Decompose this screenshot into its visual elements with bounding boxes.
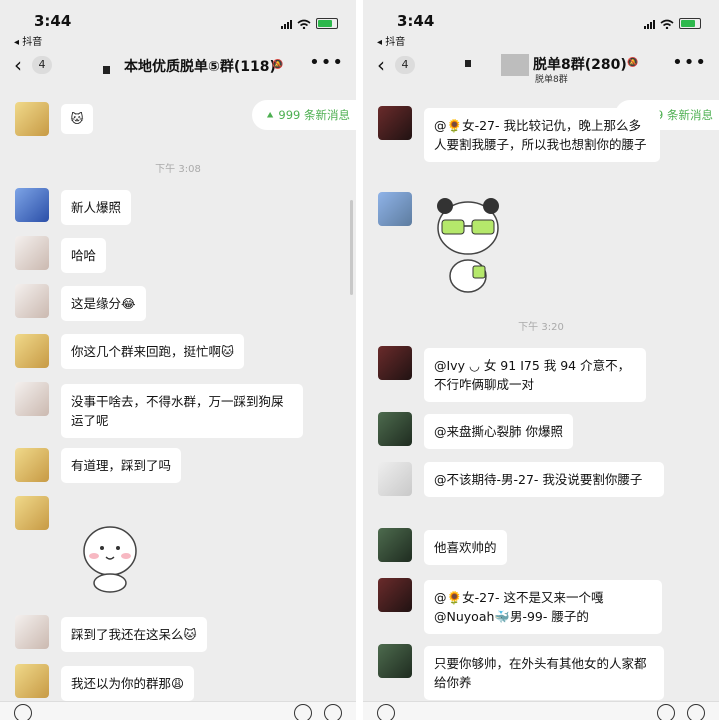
- message-bubble: 你这几个群来回跑，挺忙啊🐱: [61, 334, 245, 369]
- wifi-icon: [297, 19, 311, 29]
- more-options-icon[interactable]: •••: [672, 52, 707, 73]
- message-bubble: 只要你够帅，在外头有其他女的人家都给你养: [424, 646, 664, 700]
- avatar[interactable]: [15, 284, 49, 318]
- status-time: 3:44: [34, 12, 72, 30]
- sticker-panda-icon: [433, 188, 503, 302]
- avatar[interactable]: [15, 334, 49, 368]
- chat-header: ‹ 4 本地优质脱单⑤群(118) 🔕 •••: [0, 50, 356, 84]
- redaction-mark: [465, 60, 471, 67]
- chat-header: ‹ 4 脱单8群(280) 脱单8群 🔕 •••: [363, 50, 719, 85]
- unread-count-badge[interactable]: 4: [32, 56, 52, 74]
- message-bubble: 没事干啥去，不得水群，万一踩到狗屎运了呢: [61, 384, 303, 438]
- system-time: 下午 3:08: [155, 164, 201, 175]
- back-to-app-link[interactable]: ◂ 抖音: [377, 33, 405, 48]
- status-time: 3:44: [397, 12, 435, 30]
- avatar[interactable]: [378, 644, 412, 678]
- scrollbar[interactable]: [350, 200, 353, 295]
- status-icons: [281, 18, 338, 29]
- chat-subtitle: 脱单8群: [535, 75, 568, 85]
- cat-emoji-icon: 🐱: [70, 111, 84, 126]
- plus-icon[interactable]: [687, 704, 705, 720]
- avatar[interactable]: [15, 102, 49, 136]
- emoji-icon[interactable]: [657, 704, 675, 720]
- status-bar: 3:44 ◂ 抖音: [0, 12, 356, 48]
- redaction-mark: [501, 54, 529, 76]
- avatar[interactable]: [15, 382, 49, 416]
- avatar[interactable]: [378, 192, 412, 226]
- avatar[interactable]: [15, 236, 49, 270]
- battery-icon: [316, 18, 338, 29]
- avatar[interactable]: [378, 528, 412, 562]
- chat-title: 本地优质脱单⑤群(118): [124, 59, 276, 75]
- message-bubble: 踩到了我还在这呆么🐱: [61, 617, 207, 652]
- emoji-bubble: 🐱: [61, 104, 93, 134]
- input-bar: [0, 701, 356, 720]
- message-bubble: 新人爆照: [61, 190, 132, 225]
- avatar[interactable]: [15, 664, 49, 698]
- wifi-icon: [660, 19, 674, 29]
- new-messages-button[interactable]: ⯅ 999 条新消息: [251, 100, 356, 130]
- voice-icon[interactable]: [377, 704, 395, 720]
- right-chat-screen: 3:44 ◂ 抖音 ‹ 4 脱单8群(280) 脱单8群 🔕 ••• ⯅ 999…: [363, 0, 719, 720]
- chat-title: 脱单8群(280): [533, 57, 627, 73]
- back-chevron-icon[interactable]: ‹: [377, 53, 385, 77]
- avatar[interactable]: [15, 615, 49, 649]
- message-bubble: @🌻女-27- 我比较记仇，晚上那么多人要割我腰子，所以我也想割你的腰子: [424, 108, 660, 162]
- avatar[interactable]: [378, 346, 412, 380]
- mute-icon: 🔕: [627, 58, 639, 68]
- battery-icon: [679, 18, 701, 29]
- left-chat-screen: 3:44 ◂ 抖音 ‹ 4 本地优质脱单⑤群(118) 🔕 ••• ⯅ 999 …: [0, 0, 356, 720]
- plus-icon[interactable]: [324, 704, 342, 720]
- double-up-arrow-icon: ⯅: [265, 108, 275, 122]
- message-bubble: 有道理，踩到了吗: [61, 448, 182, 483]
- avatar[interactable]: [15, 496, 49, 530]
- status-icons: [644, 18, 701, 29]
- status-bar: 3:44 ◂ 抖音: [363, 12, 719, 48]
- avatar[interactable]: [15, 188, 49, 222]
- emoji-icon[interactable]: [294, 704, 312, 720]
- sticker-dumpling-icon: [70, 515, 150, 599]
- redaction-mark: [103, 66, 110, 74]
- message-bubble: @来盘撕心裂肺 你爆照: [424, 414, 573, 449]
- input-bar: [363, 701, 719, 720]
- avatar[interactable]: [378, 578, 412, 612]
- message-bubble: 他喜欢帅的: [424, 530, 507, 565]
- message-bubble: 哈哈: [61, 238, 107, 273]
- mute-icon: 🔕: [272, 60, 284, 70]
- unread-count-badge[interactable]: 4: [395, 56, 415, 74]
- message-bubble: 我还以为你的群那😩: [61, 666, 195, 701]
- message-bubble: @Ivy ◡ 女 91 I75 我 94 介意不，不行咋俩聊成一对: [424, 348, 646, 402]
- avatar[interactable]: [15, 448, 49, 482]
- signal-icon: [644, 19, 655, 29]
- system-time: 下午 3:20: [518, 322, 564, 333]
- voice-icon[interactable]: [14, 704, 32, 720]
- new-messages-label: 999 条新消息: [278, 108, 350, 122]
- avatar[interactable]: [378, 412, 412, 446]
- message-bubble: @不该期待-男-27- 我没说要割你腰子: [424, 462, 664, 497]
- back-to-app-link[interactable]: ◂ 抖音: [14, 33, 42, 48]
- avatar[interactable]: [378, 106, 412, 140]
- message-bubble: @🌻女-27- 这不是又来一个嘎 @Nuyoah🐳男-99- 腰子的: [424, 580, 662, 634]
- signal-icon: [281, 19, 292, 29]
- back-chevron-icon[interactable]: ‹: [14, 53, 22, 77]
- avatar[interactable]: [378, 462, 412, 496]
- more-options-icon[interactable]: •••: [309, 52, 344, 73]
- message-bubble: 这是缘分😂: [61, 286, 146, 321]
